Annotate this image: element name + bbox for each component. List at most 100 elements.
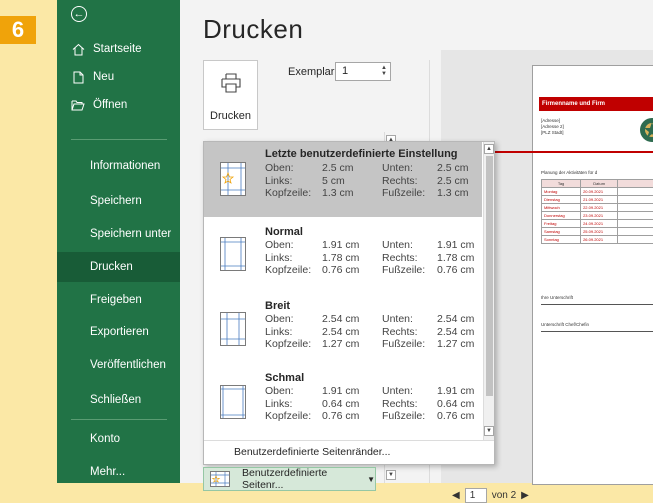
sidebar-item-label: Exportieren — [90, 326, 149, 338]
sidebar-item-neu[interactable]: Neu — [57, 62, 180, 92]
margin-option-title: Normal — [265, 226, 303, 238]
sidebar-item-label: Drucken — [90, 261, 133, 273]
sidebar-item-startseite[interactable]: Startseite — [57, 34, 180, 64]
copies-spinner-icon[interactable]: ▲ ▼ — [381, 65, 387, 77]
margin-option-breit[interactable]: Breit Oben: 2.54 cm Unten: 2.54 cm Links: 2.… — [204, 292, 482, 367]
margins-dropdown: Letzte benutzerdefinierte Einstellung Ob… — [203, 141, 495, 465]
backstage-sidebar: ← Startseite Neu Öffnen Informationen Sp… — [57, 0, 180, 483]
sidebar-item-speichern[interactable]: Speichern — [57, 186, 180, 216]
sidebar-item-label: Mehr... — [90, 466, 126, 478]
margin-value: 0.64 cm — [437, 397, 475, 410]
margin-option-last-custom[interactable]: Letzte benutzerdefinierte Einstellung Ob… — [204, 142, 482, 217]
margin-thumbnail-icon — [220, 312, 246, 346]
margin-values: Oben: 1.91 cm Unten: 1.91 cm Links: 1.78 cm R… — [265, 239, 474, 277]
sidebar-item-oeffnen[interactable]: Öffnen — [57, 90, 180, 120]
table-row: Freitag 24.09.2021 — [540, 219, 653, 228]
margin-key: Oben: — [265, 162, 294, 174]
page-number-input[interactable]: 1 — [464, 488, 487, 503]
sidebar-item-veroeffentlichen[interactable]: Veröffentlichen — [57, 350, 180, 380]
print-button[interactable]: Drucken — [203, 60, 258, 130]
margin-value: 0.76 cm — [322, 410, 360, 422]
scroll-down-icon[interactable]: ▼ — [484, 426, 494, 436]
margin-value: 5 cm — [322, 174, 345, 187]
table-cell — [617, 179, 653, 188]
margin-key: Unten: — [382, 313, 413, 325]
margin-value: 2.54 cm — [322, 313, 360, 325]
sidebar-item-drucken[interactable]: Drucken — [57, 252, 180, 282]
preview-company-header: Firmenname und Firm — [539, 97, 653, 111]
margin-key: Oben: — [265, 313, 294, 325]
table-cell: Dienstag — [540, 195, 582, 204]
sidebar-item-konto[interactable]: Konto — [57, 424, 180, 454]
margin-thumbnail-icon — [220, 385, 246, 419]
custom-margins-link[interactable]: Benutzerdefinierte Seitenränder... — [234, 446, 390, 458]
table-cell — [617, 203, 653, 212]
sidebar-item-label: Informationen — [90, 160, 161, 172]
table-cell: 23.09.2021 — [580, 211, 619, 220]
sidebar-item-label: Speichern — [90, 195, 142, 207]
scroll-down-icon[interactable]: ▼ — [386, 470, 396, 480]
margin-value: 0.76 cm — [437, 264, 475, 276]
margin-key: Fußzeile: — [382, 410, 426, 422]
preview-signature: Ihre Unterschrift — [541, 295, 574, 300]
sidebar-item-freigeben[interactable]: Freigeben — [57, 285, 180, 315]
margin-thumbnail-icon — [220, 237, 246, 271]
preview-plan-title: Planung der Aktivitäten für d — [541, 170, 598, 175]
sidebar-item-label: Startseite — [93, 43, 142, 55]
preview-logo-icon — [638, 116, 653, 144]
margin-value: 1.3 cm — [437, 187, 469, 199]
next-page-icon[interactable]: ▶ — [521, 490, 529, 501]
margin-value: 1.27 cm — [322, 338, 360, 350]
margin-value: 1.27 cm — [437, 338, 475, 350]
sidebar-item-schliessen[interactable]: Schließen — [57, 385, 180, 415]
margin-value: 2.5 cm — [437, 174, 469, 187]
table-cell: Montag — [540, 187, 582, 196]
table-cell — [617, 219, 653, 228]
sidebar-item-informationen[interactable]: Informationen — [57, 151, 180, 181]
table-row: Donnerstag 23.09.2021 — [540, 211, 653, 220]
print-button-label: Drucken — [210, 110, 251, 122]
new-document-icon — [71, 70, 85, 84]
table-cell: 24.09.2021 — [580, 219, 619, 228]
table-cell: Sonntag — [540, 235, 582, 244]
sidebar-item-label: Speichern unter — [90, 228, 172, 240]
margin-value: 1.78 cm — [437, 251, 475, 264]
margin-key: Unten: — [382, 162, 413, 174]
margin-values: Oben: 1.91 cm Unten: 1.91 cm Links: 0.64 cm R… — [265, 385, 474, 423]
sidebar-item-exportieren[interactable]: Exportieren — [57, 317, 180, 347]
margin-key: Oben: — [265, 239, 294, 251]
margins-combobox[interactable]: Benutzerdefinierte Seitenr... ▼ — [203, 467, 376, 491]
dropdown-scrollbar[interactable]: ▲ ▼ — [483, 142, 494, 440]
margin-key: Links: — [265, 397, 293, 410]
margin-value: 1.91 cm — [322, 385, 360, 397]
sidebar-divider — [71, 139, 167, 140]
table-row: Samstag 25.09.2021 — [540, 227, 653, 236]
preview-signature: Unterschrift Chef/Chefin — [541, 322, 590, 327]
sidebar-item-speichern-unter[interactable]: Speichern unter — [57, 219, 180, 249]
margin-key: Fußzeile: — [382, 338, 426, 350]
scrollbar-thumb[interactable] — [486, 156, 493, 396]
table-cell — [617, 227, 653, 236]
margin-option-title: Letzte benutzerdefinierte Einstellung — [265, 148, 458, 160]
sidebar-item-label: Neu — [93, 71, 115, 83]
margin-key: Kopfzeile: — [265, 264, 312, 276]
margins-combobox-label: Benutzerdefinierte Seitenr... — [242, 467, 328, 491]
table-cell — [617, 195, 653, 204]
margin-option-normal[interactable]: Normal Oben: 1.91 cm Unten: 1.91 cm Links: 1… — [204, 217, 482, 292]
table-cell — [617, 211, 653, 220]
copies-input[interactable]: 1 ▲ ▼ — [335, 62, 391, 81]
sidebar-item-mehr[interactable]: Mehr... — [57, 457, 180, 483]
margin-value: 1.91 cm — [322, 239, 360, 251]
page-navigator: ◀ 1 von 2 ▶ — [452, 488, 529, 503]
margin-values: Oben: 2.54 cm Unten: 2.54 cm Links: 2.54 cm R… — [265, 313, 474, 351]
table-row: Mittwoch 22.09.2021 — [540, 203, 653, 212]
back-arrow-icon[interactable]: ← — [71, 6, 87, 22]
table-cell: 25.09.2021 — [580, 227, 619, 236]
previous-page-icon[interactable]: ◀ — [452, 490, 460, 501]
margin-key: Kopfzeile: — [265, 338, 312, 350]
printer-icon — [220, 73, 242, 98]
scroll-up-icon[interactable]: ▲ — [484, 144, 494, 154]
copies-value: 1 — [342, 65, 349, 77]
margin-option-schmal[interactable]: Schmal Oben: 1.91 cm Unten: 1.91 cm Links: 0… — [204, 367, 482, 439]
table-header-cell: Tag — [540, 179, 582, 188]
